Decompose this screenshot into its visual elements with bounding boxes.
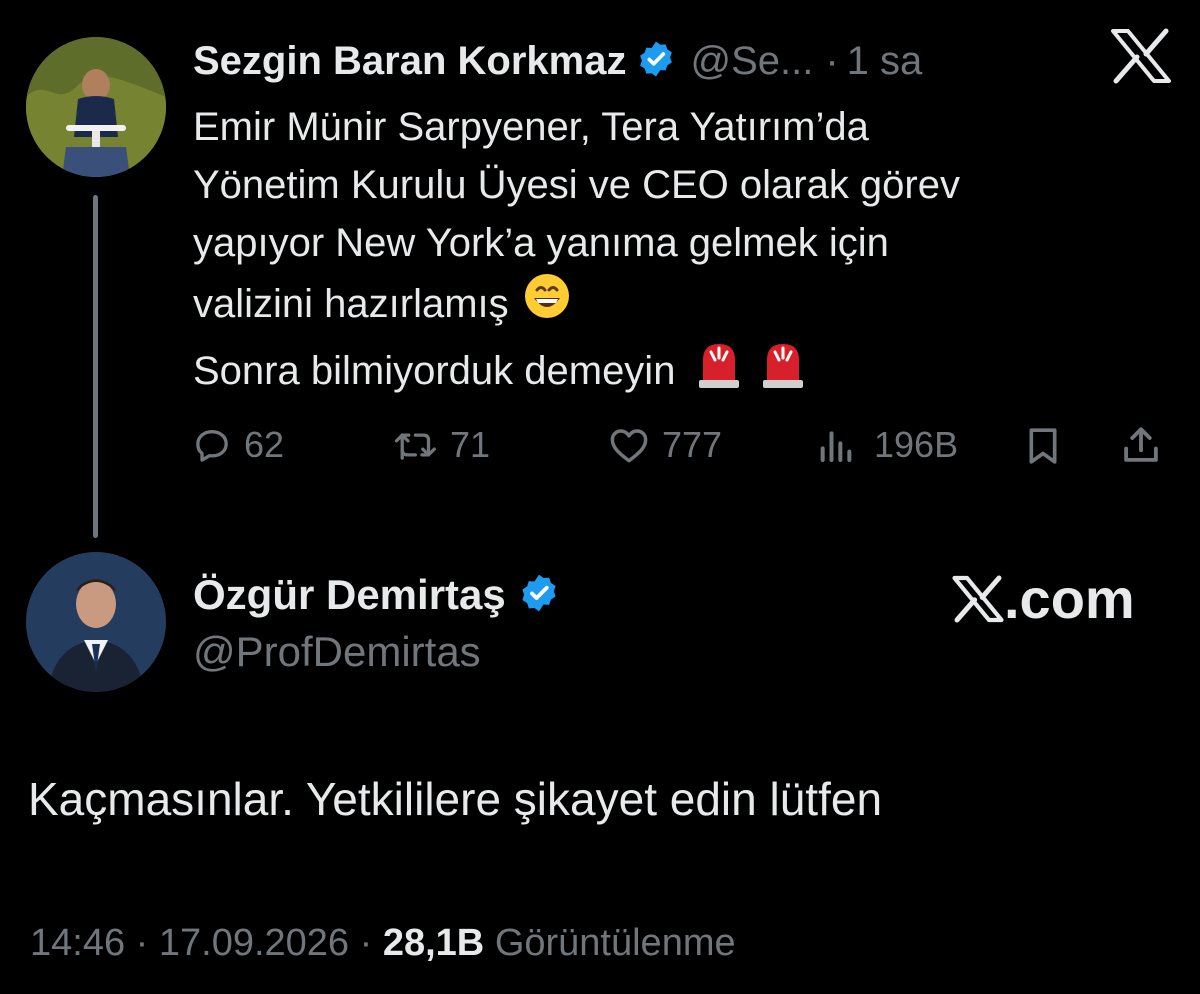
avatar-photo — [26, 37, 166, 177]
x-logo-icon[interactable] — [1110, 28, 1172, 89]
tweet-line: Sonra bilmiyorduk demeyin — [193, 349, 676, 393]
retweet-icon — [394, 433, 436, 460]
thread-connector-line — [93, 195, 98, 538]
views-label: Görüntülenme — [494, 922, 736, 964]
tweet-time[interactable]: 1 sa — [847, 39, 923, 84]
tweet-line: yapıyor New York’a yanıma gelmek için — [193, 221, 889, 265]
reply-button[interactable]: 62 — [192, 424, 284, 466]
x-logo-icon — [952, 575, 1004, 622]
xcom-brand: .com — [952, 566, 1135, 631]
tweet-line: valizini hazırlamış — [193, 282, 509, 326]
bookmark-button[interactable] — [1024, 426, 1062, 466]
author-handle[interactable]: @ProfDemirtas — [193, 628, 481, 676]
retweet-count: 71 — [450, 424, 491, 465]
separator-dot: · — [135, 922, 149, 964]
avatar[interactable] — [26, 552, 166, 692]
separator-dot: · — [359, 922, 373, 964]
views-button[interactable]: 196B — [816, 424, 958, 466]
share-button[interactable] — [1120, 424, 1162, 466]
like-icon — [610, 429, 648, 463]
tweet-meta: 14:46 · 17.09.2026 · 28,1B Görüntülenme — [30, 922, 736, 965]
avatar[interactable] — [26, 37, 166, 177]
like-button[interactable]: 777 — [608, 424, 722, 466]
views-count: 28,1B — [382, 922, 485, 964]
xcom-suffix: .com — [1004, 567, 1135, 630]
grinning-emoji-icon — [523, 272, 571, 336]
police-light-icon — [695, 336, 743, 406]
tweet-line: Emir Münir Sarpyener, Tera Yatırım’da — [193, 105, 869, 149]
reply-icon — [196, 430, 228, 462]
reply-tweet-text: Kaçmasınlar. Yetkililere şikayet edin lü… — [28, 773, 883, 825]
police-light-icon — [759, 336, 807, 406]
verified-badge-icon — [518, 572, 560, 619]
share-icon — [1124, 427, 1158, 462]
reply-count: 62 — [244, 424, 285, 465]
author-name[interactable]: Sezgin Baran Korkmaz — [193, 39, 626, 84]
tweet-date[interactable]: 17.09.2026 — [159, 922, 349, 964]
tweet-time[interactable]: 14:46 — [30, 922, 125, 964]
separator-dot: · — [825, 38, 839, 83]
views-icon — [820, 431, 852, 462]
retweet-button[interactable]: 71 — [394, 424, 490, 466]
reply-tweet-header: Özgür Demirtaş — [193, 570, 560, 620]
tweet-actions-bar: 62 71 777 196B — [192, 420, 1172, 476]
tweet-line: Yönetim Kurulu Üyesi ve CEO olarak görev — [193, 163, 960, 207]
author-handle[interactable]: @Se... — [690, 39, 813, 84]
like-count: 777 — [662, 424, 723, 465]
bookmark-icon — [1029, 428, 1057, 464]
views-count: 196B — [874, 424, 959, 465]
verified-badge-icon — [636, 39, 676, 84]
parent-tweet-header: Sezgin Baran Korkmaz @Se... · 1 sa — [193, 37, 922, 85]
author-name[interactable]: Özgür Demirtaş — [193, 571, 506, 619]
parent-tweet-text: Emir Münir Sarpyener, Tera Yatırım’da Yö… — [193, 98, 960, 406]
avatar-photo — [26, 552, 166, 692]
